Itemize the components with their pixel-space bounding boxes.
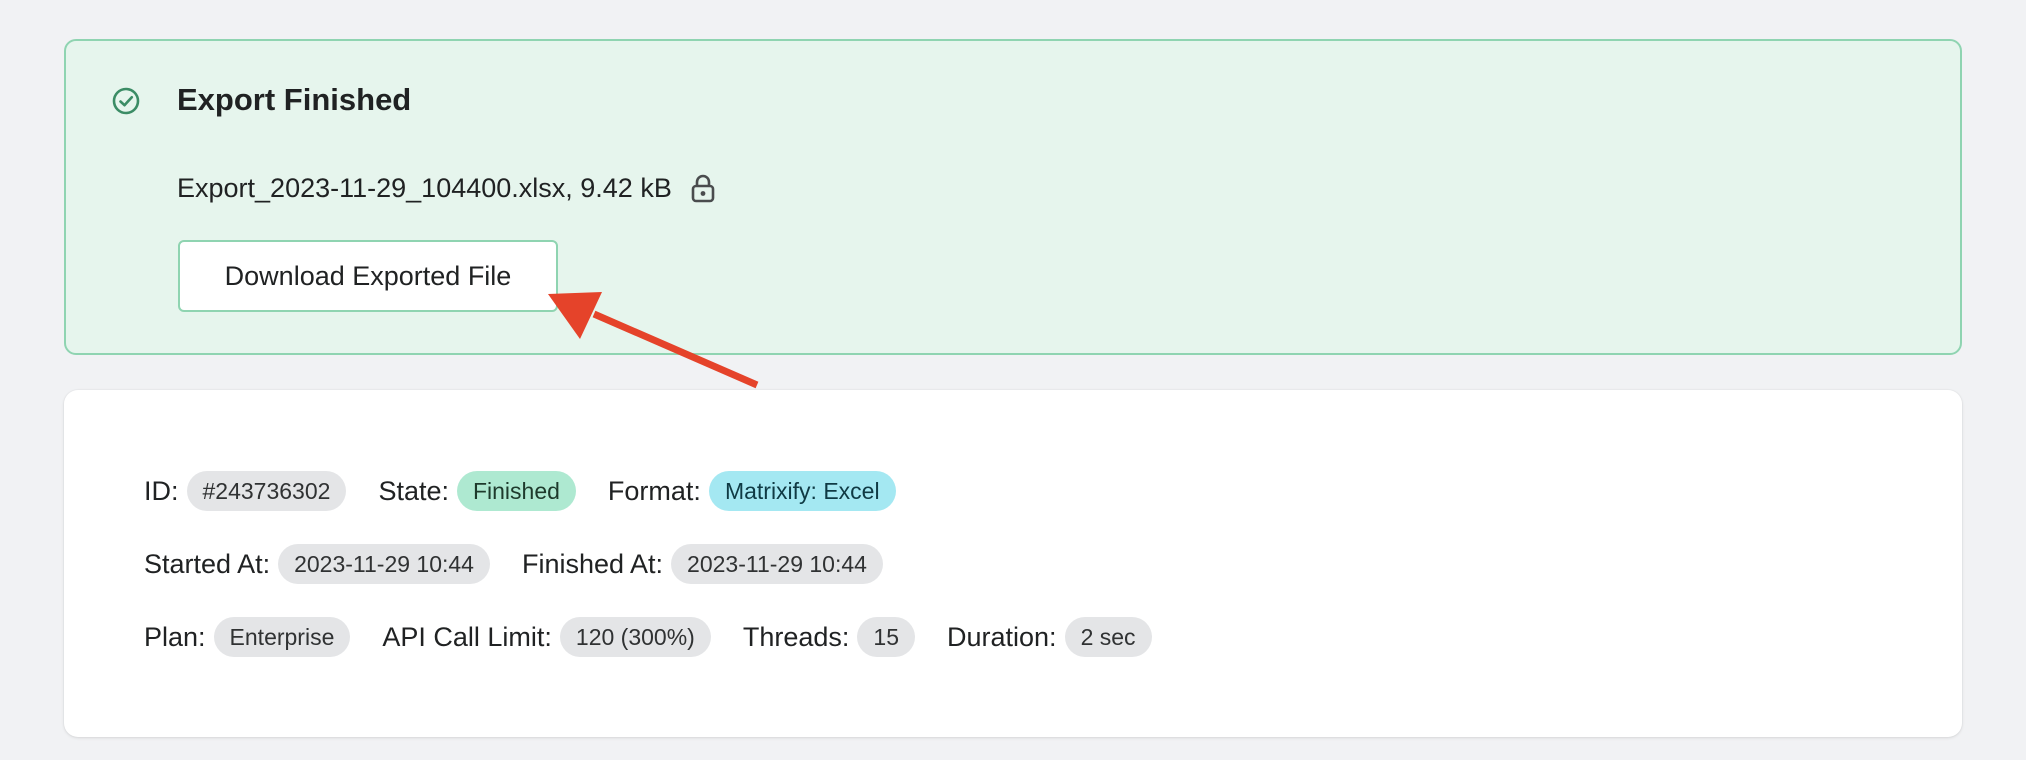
- id-badge: #243736302: [186, 471, 347, 511]
- api-call-limit-badge: 120 (300%): [559, 617, 711, 657]
- started-at-field: Started At: 2023-11-29 10:44: [144, 544, 490, 584]
- duration-field: Duration: 2 sec: [947, 617, 1152, 657]
- format-field: Format: Matrixify: Excel: [608, 471, 896, 511]
- state-field: State: Finished: [378, 471, 576, 511]
- format-label: Format:: [607, 475, 701, 506]
- started-at-badge: 2023-11-29 10:44: [278, 544, 490, 584]
- finished-at-label: Finished At:: [521, 548, 664, 579]
- finished-at-field: Finished At: 2023-11-29 10:44: [522, 544, 883, 584]
- banner-title: Export Finished: [177, 82, 412, 117]
- plan-badge: Enterprise: [213, 617, 351, 657]
- details-row-2: Started At: 2023-11-29 10:44 Finished At…: [144, 543, 915, 585]
- state-badge: Finished: [456, 471, 576, 511]
- id-label: ID:: [144, 475, 179, 506]
- threads-badge: 15: [857, 617, 915, 657]
- lock-icon: [691, 174, 715, 203]
- details-row-3: Plan: Enterprise API Call Limit: 120 (30…: [144, 616, 1184, 658]
- api-call-limit-field: API Call Limit: 120 (300%): [382, 617, 711, 657]
- finished-at-badge: 2023-11-29 10:44: [671, 544, 883, 584]
- details-row-1: ID: #243736302 State: Finished Format: M…: [144, 470, 928, 512]
- plan-field: Plan: Enterprise: [144, 617, 351, 657]
- plan-label: Plan:: [144, 621, 206, 652]
- file-info-line: Export_2023-11-29_104400.xlsx, 9.42 kB: [177, 168, 718, 208]
- file-info-text: Export_2023-11-29_104400.xlsx, 9.42 kB: [177, 172, 672, 203]
- threads-field: Threads: 15: [743, 617, 915, 657]
- started-at-label: Started At:: [144, 548, 271, 579]
- duration-badge: 2 sec: [1064, 617, 1152, 657]
- state-label: State:: [378, 475, 449, 506]
- check-circle-icon: [112, 87, 140, 115]
- threads-label: Threads:: [742, 621, 850, 652]
- download-exported-file-button[interactable]: Download Exported File: [178, 240, 558, 312]
- format-badge: Matrixify: Excel: [708, 471, 896, 511]
- api-call-limit-label: API Call Limit:: [382, 621, 552, 652]
- id-field: ID: #243736302: [144, 471, 347, 511]
- duration-label: Duration:: [947, 621, 1057, 652]
